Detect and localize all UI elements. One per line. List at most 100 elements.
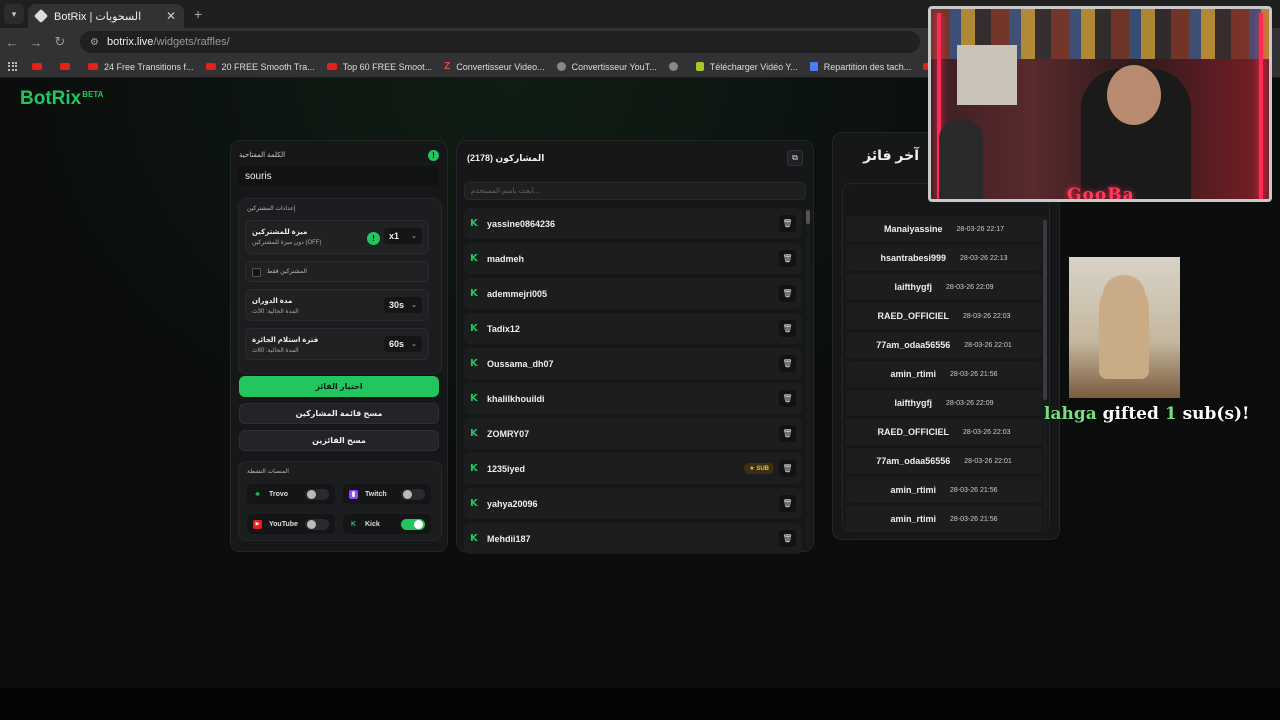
subscribers-only-checkbox[interactable]	[252, 268, 261, 277]
active-platforms-section: المنصات النشطة ♣ Trovo ▮ Twitch ▶ YouTub…	[238, 461, 442, 541]
participant-name: Tadix12	[487, 323, 520, 334]
winner-row: RAED_OFFICIEL 28-03-26 22:03	[846, 419, 1042, 445]
participants-search-input[interactable]: ابحث باسم المستخدم...	[464, 182, 806, 200]
participants-list: Kyassine0864236 🗑 Kmadmeh 🗑 Kademmejri005 🗑 K T…	[464, 208, 802, 558]
participant-row: Kyassine0864236 🗑	[464, 208, 802, 239]
youtube-icon	[326, 63, 337, 70]
bookmark-item[interactable]: Repartition des tach...	[809, 62, 911, 72]
clear-participants-button[interactable]: مسح قائمة المشاركين	[239, 403, 439, 424]
site-info-icon[interactable]: ⚙	[90, 37, 99, 48]
winner-name: 77am_odaa56556	[876, 456, 951, 466]
browser-tab[interactable]: BotRix | السحوبات ✕	[28, 4, 184, 28]
subscriber-bonus-select[interactable]: x1 ⌄	[384, 228, 422, 244]
winners-list-box: Manaiyassine 28-03-26 22:17 hsantrabesi999…	[842, 183, 1050, 532]
round-duration-label: مدة الدوران	[252, 298, 293, 305]
bookmark-item[interactable]: Télécharger Vidéo Y...	[695, 62, 798, 72]
trash-icon[interactable]: 🗑	[779, 495, 796, 512]
url-field[interactable]: ⚙ botrix.live/widgets/raffles/	[80, 31, 920, 53]
clear-winners-button[interactable]: مسح الفائزين	[239, 430, 439, 451]
winners-scrollbar[interactable]	[1043, 216, 1047, 528]
chevron-down-icon: ⌄	[411, 341, 417, 348]
bookmark-item[interactable]: Convertisseur YouT...	[556, 62, 657, 72]
copy-icon[interactable]: ⧉	[787, 150, 803, 166]
gift-alert-text: lahga gifted 1 sub(s)!	[1044, 404, 1250, 424]
winner-row: amin_rtimi 28-03-26 21:56	[846, 477, 1042, 503]
tab-search-button[interactable]: ▾	[4, 4, 24, 24]
youtube-toggle[interactable]	[305, 519, 329, 530]
trash-icon[interactable]: 🗑	[779, 460, 796, 477]
bookmark-item[interactable]: Top 60 FREE Smoot...	[326, 62, 432, 72]
trovo-toggle[interactable]	[305, 489, 329, 500]
gift-count: 1	[1164, 404, 1177, 424]
bookmark-item[interactable]: 24 Free Transitions f...	[88, 62, 194, 72]
participants-scroll-thumb[interactable]	[806, 210, 810, 224]
winners-scroll-thumb[interactable]	[1043, 220, 1047, 400]
bookmark-item[interactable]	[668, 62, 684, 71]
trash-icon[interactable]: 🗑	[779, 425, 796, 442]
participants-scrollbar[interactable]	[806, 208, 810, 548]
trash-icon[interactable]: 🗑	[779, 285, 796, 302]
round-duration-select[interactable]: 30s ⌄	[384, 297, 422, 313]
participant-name: ademmejri005	[487, 288, 548, 299]
winner-row: RAED_OFFICIEL 28-03-26 22:03	[846, 303, 1042, 329]
forward-button[interactable]: →	[24, 35, 48, 50]
kick-icon: K	[470, 357, 478, 369]
subscribers-only-label: المشتركين فقط	[267, 269, 307, 275]
winner-name: laifthygfj	[894, 282, 933, 292]
kick-icon: K	[470, 287, 478, 299]
bear-mascot-head	[1103, 275, 1145, 313]
gift-suffix: sub(s)!	[1182, 404, 1250, 424]
trash-icon[interactable]: 🗑	[779, 320, 796, 337]
url-host: botrix.live	[106, 36, 154, 48]
winner-name: hsantrabesi999	[880, 253, 947, 263]
info-icon[interactable]: !	[428, 150, 439, 161]
participant-row: Kkhalilkhouildi 🗑	[464, 383, 802, 414]
trash-icon[interactable]: 🗑	[779, 390, 796, 407]
winner-row: laifthygfj 28-03-26 22:09	[846, 274, 1042, 300]
pick-winner-button[interactable]: اختيار الفائز	[239, 376, 439, 397]
bookmark-item[interactable]: 20 FREE Smooth Tra...	[205, 61, 315, 72]
participant-name: 1235iyed	[487, 463, 526, 474]
trash-icon[interactable]: 🗑	[779, 250, 796, 267]
participant-name: yahya20096	[487, 498, 538, 509]
platform-trovo-label: Trovo	[269, 490, 289, 498]
botrix-logo[interactable]: BotRixBETA	[20, 88, 103, 110]
bookmark-label: 20 FREE Smooth Tra...	[221, 61, 315, 72]
claim-period-label: فترة استلام الجائزة	[252, 337, 319, 344]
tab-title: BotRix | السحوبات	[54, 10, 142, 23]
youtube-icon	[88, 63, 98, 70]
claim-period-value: 60s	[389, 339, 405, 349]
subscriber-bonus-info-icon[interactable]: !	[367, 232, 380, 245]
kick-icon: K	[470, 217, 478, 229]
winner-date: 28-03-26 21:56	[950, 370, 998, 378]
participant-row: K ZOMRY07 🗑	[464, 418, 802, 449]
subscribers-only-row[interactable]: المشتركين فقط	[245, 261, 429, 282]
claim-period-select[interactable]: 60s ⌄	[384, 336, 422, 352]
twitch-toggle[interactable]	[401, 489, 425, 500]
bookmark-item[interactable]	[32, 63, 48, 70]
bookmark-item[interactable]: Z Convertisseur Video...	[444, 61, 545, 72]
close-tab-icon[interactable]: ✕	[166, 9, 176, 23]
bookmark-item[interactable]	[60, 63, 76, 70]
bookmark-label: 24 Free Transitions f...	[104, 61, 194, 72]
keyword-input[interactable]: souris	[239, 166, 439, 186]
kick-toggle[interactable]	[401, 519, 425, 530]
youtube-icon	[32, 63, 42, 70]
youtube-icon: ▶	[253, 519, 262, 529]
kick-icon: K	[470, 252, 478, 264]
trash-icon[interactable]: 🗑	[779, 215, 796, 232]
apps-grid-icon[interactable]	[8, 61, 18, 72]
winner-row: hsantrabesi999 28-03-26 22:13	[846, 245, 1042, 271]
participant-row: K 1235iyed ★ SUB 🗑	[464, 453, 802, 484]
z-icon: Z	[444, 61, 451, 72]
raffle-settings-panel: الكلمة المفتاحية ! souris إعدادات المشتر…	[230, 140, 448, 552]
reload-button[interactable]: ↻	[48, 34, 72, 50]
youtube-icon	[60, 63, 70, 70]
trash-icon[interactable]: 🗑	[779, 355, 796, 372]
participant-row: K Tadix12 🗑	[464, 313, 802, 344]
back-button[interactable]: ←	[0, 35, 24, 50]
trash-icon[interactable]: 🗑	[779, 530, 796, 547]
participant-row: K Oussama_dh07 🗑	[464, 348, 802, 379]
round-duration-sub: المدة الحالية: 30ث	[252, 309, 299, 315]
new-tab-button[interactable]: +	[194, 6, 202, 22]
